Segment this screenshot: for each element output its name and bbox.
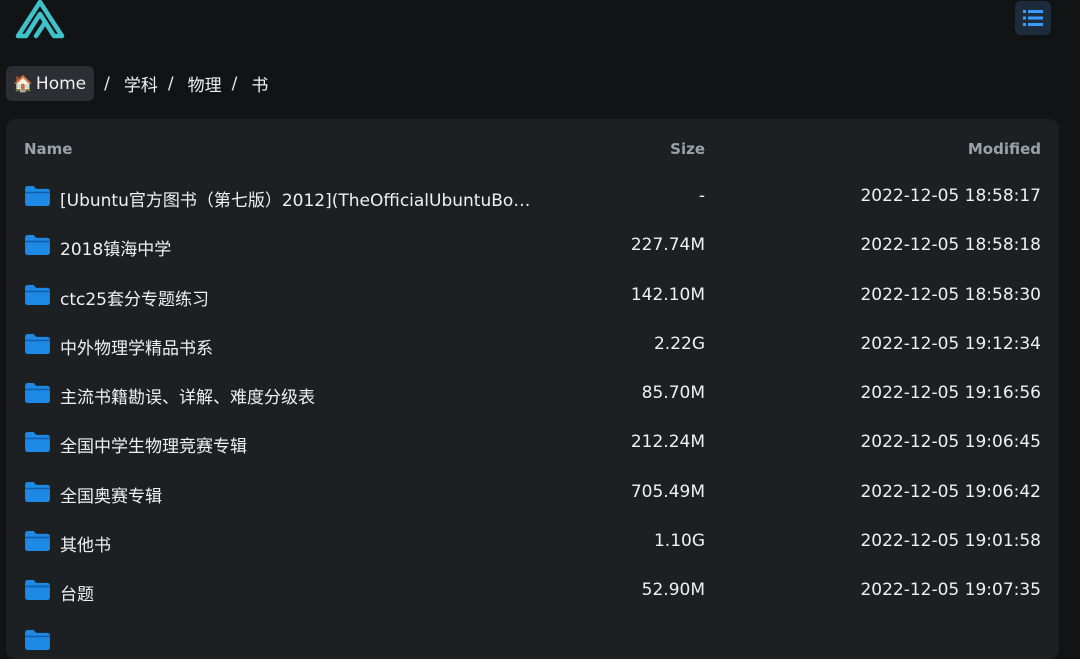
- file-modified: 2022-12-05 18:58:17: [860, 186, 1041, 206]
- file-name[interactable]: 其他书: [60, 531, 111, 556]
- breadcrumb-separator: /: [104, 73, 110, 94]
- column-header-modified[interactable]: Modified: [968, 140, 1041, 158]
- file-size: 1.10G: [653, 531, 705, 552]
- file-size: -: [698, 186, 705, 206]
- folder-icon: [25, 383, 50, 404]
- file-name[interactable]: ctc25套分专题练习: [60, 285, 209, 310]
- breadcrumb-item-books[interactable]: 书: [251, 71, 268, 96]
- folder-icon: [25, 432, 50, 453]
- file-name[interactable]: [Ubuntu官方图书（第七版）2012](TheOfficialUbuntuB…: [60, 186, 535, 211]
- file-row[interactable]: ctc25套分专题练习 142.10M 2022-12-05 18:58:30: [6, 272, 1059, 321]
- file-name[interactable]: 台题: [60, 580, 94, 605]
- file-name[interactable]: 中外物理学精品书系: [60, 334, 213, 359]
- folder-icon: [25, 333, 50, 354]
- file-modified: 2022-12-05 19:06:45: [860, 432, 1041, 453]
- file-modified: 2022-12-05 18:58:30: [860, 284, 1041, 305]
- file-modified: 2022-12-05 19:06:42: [860, 481, 1041, 502]
- file-modified: 2022-12-05 19:16:56: [860, 383, 1041, 404]
- column-header-size[interactable]: Size: [670, 140, 705, 158]
- file-row[interactable]: 中外物理学精品书系 2.22G 2022-12-05 19:12:34: [6, 321, 1059, 370]
- file-size: 705.49M: [630, 481, 705, 502]
- folder-icon: [25, 531, 50, 552]
- file-name[interactable]: 全国中学生物理竞赛专辑: [60, 432, 247, 457]
- file-size: 2.22G: [653, 333, 705, 354]
- file-name[interactable]: 主流书籍勘误、详解、难度分级表: [60, 383, 315, 408]
- file-size: 212.24M: [630, 432, 705, 453]
- file-size: 227.74M: [630, 235, 705, 256]
- file-row[interactable]: 2018镇海中学 227.74M 2022-12-05 18:58:18: [6, 222, 1059, 271]
- file-name[interactable]: 全国奥赛专辑: [60, 482, 162, 507]
- breadcrumb-separator: /: [231, 73, 238, 94]
- breadcrumb-home[interactable]: 🏠 Home: [6, 66, 95, 101]
- file-list: [Ubuntu官方图书（第七版）2012](TheOfficialUbuntuB…: [6, 173, 1059, 659]
- file-size: 52.90M: [641, 580, 705, 601]
- file-row[interactable]: 全国奥赛专辑 705.49M 2022-12-05 19:06:42: [6, 469, 1059, 518]
- folder-icon: [25, 629, 50, 650]
- folder-icon: [25, 580, 50, 601]
- file-row[interactable]: [6, 617, 1059, 659]
- list-view-icon: [1023, 10, 1043, 26]
- file-modified: 2022-12-05 19:07:35: [860, 580, 1041, 601]
- file-modified: 2022-12-05 19:12:34: [860, 333, 1041, 354]
- file-list-panel: Name Size Modified [Ubuntu官方图书（第七版）2012]…: [6, 119, 1059, 659]
- file-row[interactable]: [Ubuntu官方图书（第七版）2012](TheOfficialUbuntuB…: [6, 173, 1059, 222]
- file-row[interactable]: 其他书 1.10G 2022-12-05 19:01:58: [6, 518, 1059, 567]
- top-bar: [0, 0, 1080, 62]
- home-icon: 🏠: [13, 74, 33, 93]
- column-header-name[interactable]: Name: [24, 140, 72, 158]
- breadcrumb-item-subject[interactable]: 学科: [124, 71, 158, 96]
- file-row[interactable]: 台题 52.90M 2022-12-05 19:07:35: [6, 567, 1059, 616]
- folder-icon: [25, 235, 50, 256]
- file-row[interactable]: 主流书籍勘误、详解、难度分级表 85.70M 2022-12-05 19:16:56: [6, 370, 1059, 419]
- view-toggle-button[interactable]: [1015, 1, 1051, 35]
- file-modified: 2022-12-05 18:58:18: [860, 235, 1041, 256]
- file-name[interactable]: 2018镇海中学: [60, 235, 171, 260]
- breadcrumb: 🏠 Home / 学科 / 物理 / 书: [6, 66, 268, 101]
- breadcrumb-item-physics[interactable]: 物理: [188, 71, 222, 96]
- folder-icon: [25, 284, 50, 305]
- folder-icon: [25, 185, 50, 207]
- breadcrumb-separator: /: [167, 73, 174, 94]
- breadcrumb-home-label: Home: [35, 73, 87, 94]
- file-modified: 2022-12-05 19:01:58: [860, 531, 1041, 552]
- file-size: 142.10M: [630, 284, 705, 305]
- file-size: 85.70M: [641, 383, 705, 404]
- file-row[interactable]: 全国中学生物理竞赛专辑 212.24M 2022-12-05 19:06:45: [6, 419, 1059, 468]
- file-list-header: Name Size Modified: [6, 119, 1059, 177]
- alist-logo-icon[interactable]: [14, 0, 66, 42]
- folder-icon: [25, 481, 50, 502]
